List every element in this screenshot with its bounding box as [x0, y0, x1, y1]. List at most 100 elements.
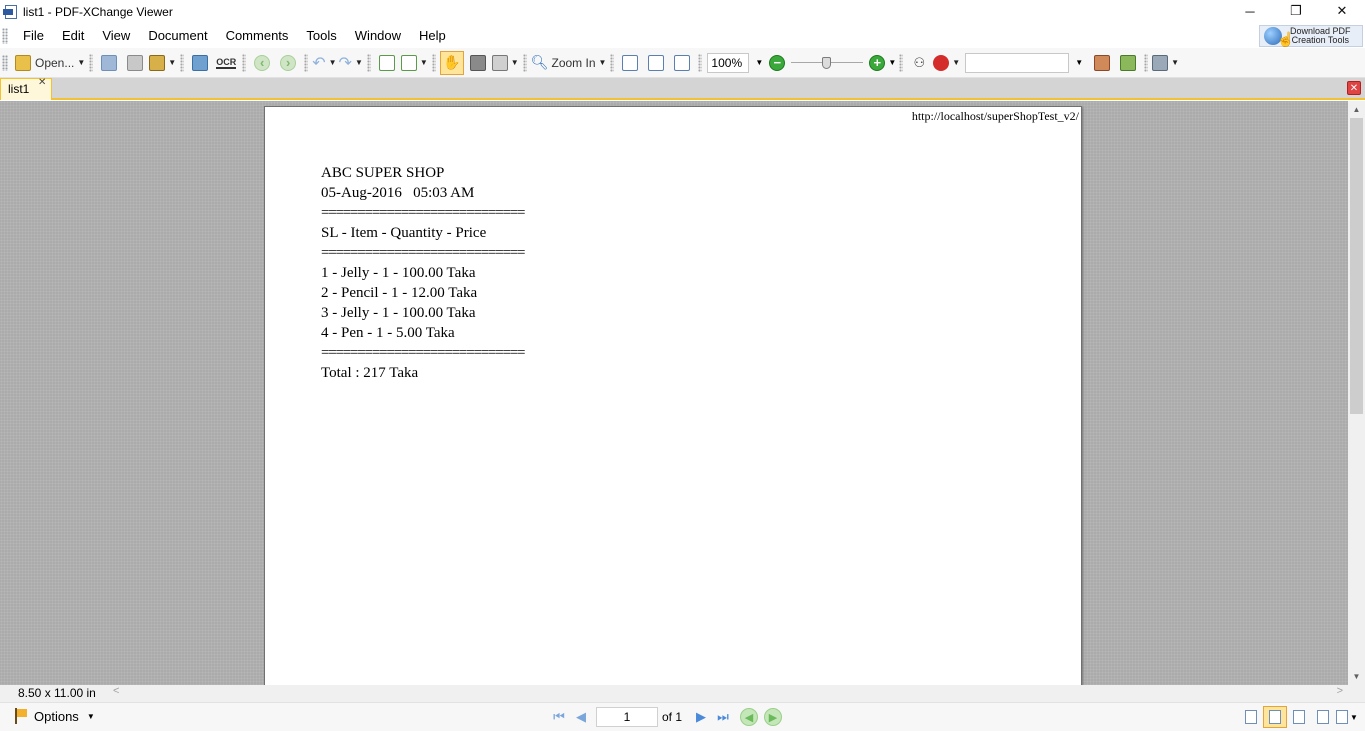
chevron-down-icon[interactable]: ▼ — [77, 58, 85, 67]
select-text-button[interactable]: ▼ — [491, 51, 519, 75]
chevron-down-icon[interactable]: ▼ — [511, 58, 519, 67]
continuous-facing-view-button[interactable] — [1311, 706, 1335, 728]
magnifier-icon: 🔍︎ — [530, 54, 549, 70]
toolbar-grip[interactable] — [2, 54, 8, 71]
zoom-dropdown-chevron-icon[interactable]: ▼ — [755, 58, 763, 67]
pdf-page[interactable]: http://localhost/superShopTest_v2/ ABC S… — [264, 106, 1082, 685]
menu-edit[interactable]: Edit — [53, 25, 93, 47]
last-page-icon: ⏭ — [717, 709, 729, 724]
next-page-button[interactable]: ▶ — [690, 706, 712, 728]
fit-width-button[interactable] — [670, 51, 694, 75]
chevron-down-icon[interactable]: ▼ — [952, 58, 960, 67]
menu-document[interactable]: Document — [139, 25, 216, 47]
adobe-search-button[interactable]: ▼ — [933, 51, 960, 75]
page-navigation: ⏮ ◀ 1 of 1 ▶ ⏭ ◀ ▶ — [548, 706, 783, 728]
close-document-button[interactable]: ✕ — [1347, 81, 1361, 95]
save-button[interactable] — [97, 51, 121, 75]
zoom-level-input[interactable]: 100% — [707, 52, 750, 73]
menu-comments[interactable]: Comments — [217, 25, 298, 47]
snapshot-button[interactable] — [466, 51, 490, 75]
scroll-right-icon[interactable]: > — [1337, 685, 1343, 697]
redo-button[interactable]: ↷ ▼ — [339, 51, 363, 75]
open-button[interactable]: Open... ▼ — [15, 51, 85, 75]
search-prev-button[interactable] — [1090, 51, 1114, 75]
zoom-slider[interactable] — [791, 53, 864, 73]
tools-options-button[interactable]: ▼ — [1152, 51, 1179, 75]
find-button[interactable]: ⚇ — [907, 51, 931, 75]
chevron-down-icon[interactable]: ▼ — [87, 712, 95, 721]
menu-help[interactable]: Help — [410, 25, 455, 47]
chevron-down-icon[interactable]: ▼ — [420, 58, 428, 67]
scrollbar-thumb[interactable] — [1350, 118, 1363, 414]
search-dropdown-chevron-icon[interactable]: ▼ — [1075, 58, 1083, 67]
chevron-down-icon[interactable]: ▼ — [329, 58, 337, 67]
forward-button[interactable]: › — [276, 51, 300, 75]
search-input[interactable] — [965, 52, 1070, 73]
view-options-button[interactable]: ▼ — [1335, 706, 1359, 728]
actual-size-button[interactable] — [618, 51, 642, 75]
menu-grip[interactable] — [2, 28, 8, 44]
back-arrow-icon: ◀ — [744, 711, 754, 724]
zoom-in-tool-button[interactable]: 🔍︎ Zoom In ▼ — [531, 51, 607, 75]
rotate-left-button[interactable] — [375, 51, 399, 75]
last-page-button[interactable]: ⏭ — [712, 706, 734, 728]
next-view-button[interactable]: ▶ — [764, 708, 783, 726]
menu-view[interactable]: View — [93, 25, 139, 47]
zoom-slider-thumb[interactable] — [822, 56, 832, 69]
rotate-right-button[interactable]: ▼ — [400, 51, 428, 75]
options-button[interactable]: Options ▼ — [14, 708, 95, 724]
fit-page-button[interactable] — [644, 51, 668, 75]
previous-page-button[interactable]: ◀ — [570, 706, 592, 728]
toolbar-separator — [89, 53, 94, 72]
zoom-in-button[interactable]: + — [869, 54, 886, 71]
ocr-button[interactable]: OCR — [214, 51, 238, 75]
continuous-view-button[interactable] — [1263, 706, 1287, 728]
facing-view-button[interactable] — [1287, 706, 1311, 728]
chevron-down-icon[interactable]: ▼ — [599, 58, 607, 67]
tab-list1[interactable]: list1 ✕ — [0, 77, 52, 100]
download-tools-line2: Creation Tools — [1291, 35, 1349, 45]
hand-icon: ✋ — [443, 54, 461, 70]
scroll-down-icon[interactable]: ▼ — [1348, 668, 1365, 685]
chevron-down-icon[interactable]: ▼ — [1350, 713, 1358, 722]
current-page-input[interactable]: 1 — [596, 707, 658, 727]
email-button[interactable]: ▼ — [149, 51, 176, 75]
print-button[interactable] — [123, 51, 147, 75]
restore-button[interactable]: ❐ — [1273, 0, 1319, 22]
hand-tool-button[interactable]: ✋ — [439, 50, 464, 75]
single-page-icon — [1245, 710, 1257, 724]
receipt-total: Total : 217 Taka — [321, 365, 419, 381]
receipt: ABC SUPER SHOP 05-Aug-2016 05:03 AM ====… — [321, 163, 525, 383]
search-next-icon — [1120, 54, 1137, 71]
close-window-button[interactable]: ✕ — [1319, 0, 1365, 22]
vertical-scrollbar[interactable]: ▲ ▼ — [1348, 101, 1365, 685]
undo-icon: ↶ — [312, 54, 326, 72]
scroll-up-icon[interactable]: ▲ — [1348, 101, 1365, 118]
document-view[interactable]: http://localhost/superShopTest_v2/ ABC S… — [0, 101, 1348, 685]
minimize-button[interactable]: ─ — [1227, 0, 1273, 22]
menu-tools[interactable]: Tools — [297, 25, 345, 47]
zoom-out-button[interactable]: − — [769, 54, 786, 71]
chevron-down-icon[interactable]: ▼ — [1171, 58, 1179, 67]
column-header: SL - Item - Quantity - Price — [321, 225, 487, 241]
scroll-left-icon[interactable]: < — [113, 685, 119, 697]
rotate-left-icon — [378, 54, 395, 71]
close-tab-icon[interactable]: ✕ — [38, 77, 46, 88]
separator-line: ============================ — [321, 345, 525, 361]
download-creation-tools-button[interactable]: ☝ Download PDF Creation Tools — [1259, 25, 1363, 47]
first-page-button[interactable]: ⏮ — [548, 706, 570, 728]
menu-window[interactable]: Window — [346, 25, 410, 47]
export-button[interactable] — [188, 51, 212, 75]
app-icon — [3, 4, 19, 20]
back-button[interactable]: ‹ — [250, 51, 274, 75]
chevron-down-icon[interactable]: ▼ — [888, 58, 896, 67]
page-size-readout: 8.50 x 11.00 in — [18, 686, 96, 700]
single-page-view-button[interactable] — [1239, 706, 1263, 728]
menu-file[interactable]: File — [14, 25, 53, 47]
chevron-down-icon[interactable]: ▼ — [355, 58, 363, 67]
download-tools-label: Download PDF Creation Tools — [1290, 27, 1351, 45]
search-next-button[interactable] — [1116, 51, 1140, 75]
previous-view-button[interactable]: ◀ — [740, 708, 759, 726]
chevron-down-icon[interactable]: ▼ — [168, 58, 176, 67]
undo-button[interactable]: ↶ ▼ — [312, 51, 336, 75]
